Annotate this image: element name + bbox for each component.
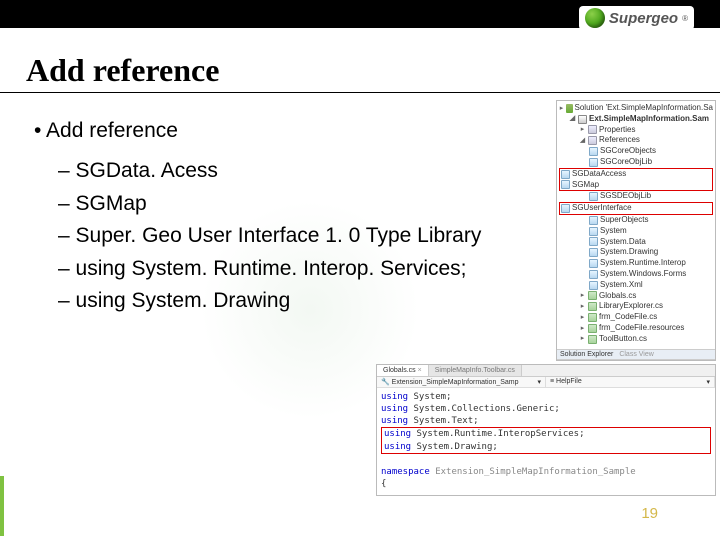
highlighted-refs-2: SGUserInterface bbox=[559, 202, 713, 215]
tree-cs-item[interactable]: ▸ToolButton.cs bbox=[559, 334, 713, 345]
tree-properties[interactable]: ▸Properties bbox=[559, 125, 713, 136]
cs-file-icon bbox=[588, 302, 597, 311]
sol-tab-strip: Solution Explorer Class View bbox=[557, 349, 715, 360]
editor-tab-strip: Globals.cs × SimpleMapInfo.Toolbar.cs bbox=[377, 365, 715, 377]
tree-cs-item[interactable]: ▸Globals.cs bbox=[559, 291, 713, 302]
assembly-icon bbox=[589, 237, 598, 246]
sub-item: – using System. Runtime. Interop. Servic… bbox=[58, 254, 554, 284]
assembly-icon bbox=[561, 180, 570, 189]
assembly-icon bbox=[589, 270, 598, 279]
editor-tab-active[interactable]: Globals.cs × bbox=[377, 365, 429, 376]
highlighted-refs-1: SGDataAccess SGMap bbox=[559, 168, 713, 192]
tree-ref-item[interactable]: SGMap bbox=[561, 180, 711, 191]
solution-explorer-panel: ▸Solution 'Ext.SimpleMapInformation.Sa ◢… bbox=[556, 100, 716, 361]
tree-ref-item[interactable]: SGUserInterface bbox=[561, 203, 711, 214]
sub-item: – SGMap bbox=[58, 189, 554, 219]
tree-cs-item[interactable]: ▸frm_CodeFile.cs bbox=[559, 312, 713, 323]
tree-ref-item[interactable]: System.Data bbox=[559, 237, 713, 248]
member-dropdown[interactable]: ≡ HelpFile▾ bbox=[546, 377, 715, 387]
tree-cs-item[interactable]: ▸LibraryExplorer.cs bbox=[559, 301, 713, 312]
assembly-icon bbox=[589, 216, 598, 225]
tree-references[interactable]: ◢References bbox=[559, 135, 713, 146]
green-side-bar bbox=[0, 476, 4, 536]
tree-ref-item[interactable]: SGSDEObjLib bbox=[559, 191, 713, 202]
tab-class-view[interactable]: Class View bbox=[619, 351, 654, 358]
folder-icon bbox=[588, 125, 597, 134]
tree-ref-item[interactable]: System.Drawing bbox=[559, 247, 713, 258]
editor-nav-bar: 🔧 Extension_SimpleMapInformation_Samp▾ ≡… bbox=[377, 377, 715, 388]
tree-ref-item[interactable]: SGDataAccess bbox=[561, 169, 711, 180]
tree-project[interactable]: ◢Ext.SimpleMapInformation.Sam bbox=[559, 114, 713, 125]
assembly-icon bbox=[561, 170, 570, 179]
assembly-icon bbox=[589, 259, 598, 268]
bullet-main: • Add reference bbox=[34, 116, 554, 146]
tree-solution[interactable]: ▸Solution 'Ext.SimpleMapInformation.Sa bbox=[559, 103, 713, 114]
tree-ref-item[interactable]: System.Windows.Forms bbox=[559, 269, 713, 280]
assembly-icon bbox=[589, 158, 598, 167]
highlighted-usings: using using System.Runtime.InteropServic… bbox=[381, 427, 711, 453]
slide-title: Add reference bbox=[26, 52, 219, 89]
bullet-text: Add reference bbox=[46, 119, 178, 142]
assembly-icon bbox=[589, 147, 598, 156]
tree-ref-item[interactable]: System.Runtime.Interop bbox=[559, 258, 713, 269]
tree-ref-item[interactable]: SGCoreObjLib bbox=[559, 157, 713, 168]
tree-ref-item[interactable]: SGCoreObjects bbox=[559, 146, 713, 157]
project-icon bbox=[578, 115, 587, 124]
assembly-icon bbox=[589, 227, 598, 236]
cs-file-icon bbox=[588, 335, 597, 344]
logo-text: Supergeo bbox=[609, 10, 678, 27]
title-underline bbox=[0, 92, 720, 93]
tree-ref-item[interactable]: System.Xml bbox=[559, 280, 713, 291]
chevron-down-icon: ▾ bbox=[537, 378, 541, 386]
tab-solution-explorer[interactable]: Solution Explorer bbox=[560, 351, 613, 358]
editor-tab[interactable]: SimpleMapInfo.Toolbar.cs bbox=[429, 365, 522, 376]
close-icon[interactable]: × bbox=[418, 367, 422, 374]
page-number: 19 bbox=[641, 505, 658, 522]
assembly-icon bbox=[561, 204, 570, 213]
tree-cs-item[interactable]: ▸frm_CodeFile.resources bbox=[559, 323, 713, 334]
cs-file-icon bbox=[588, 291, 597, 300]
sub-list: – SGData. Acess – SGMap – Super. Geo Use… bbox=[58, 156, 554, 316]
supergeo-logo: Supergeo ® bbox=[579, 6, 694, 30]
sub-item: – SGData. Acess bbox=[58, 156, 554, 186]
sub-item: – Super. Geo User Interface 1. 0 Type Li… bbox=[58, 221, 554, 251]
assembly-icon bbox=[589, 192, 598, 201]
cs-file-icon bbox=[588, 324, 597, 333]
class-dropdown[interactable]: 🔧 Extension_SimpleMapInformation_Samp▾ bbox=[377, 377, 546, 387]
references-icon bbox=[588, 136, 597, 145]
code-text[interactable]: using System; using System.Collections.G… bbox=[377, 388, 715, 493]
slide-content: • Add reference – SGData. Acess – SGMap … bbox=[34, 116, 554, 319]
chevron-down-icon: ▾ bbox=[706, 378, 710, 386]
cs-file-icon bbox=[588, 313, 597, 322]
tree-ref-item[interactable]: System bbox=[559, 226, 713, 237]
sub-item: – using System. Drawing bbox=[58, 286, 554, 316]
assembly-icon bbox=[589, 281, 598, 290]
registered-mark: ® bbox=[682, 14, 688, 23]
code-editor-panel: Globals.cs × SimpleMapInfo.Toolbar.cs 🔧 … bbox=[376, 364, 716, 496]
globe-icon bbox=[585, 8, 605, 28]
solution-icon bbox=[566, 104, 572, 113]
assembly-icon bbox=[589, 248, 598, 257]
tree-ref-item[interactable]: SuperObjects bbox=[559, 215, 713, 226]
